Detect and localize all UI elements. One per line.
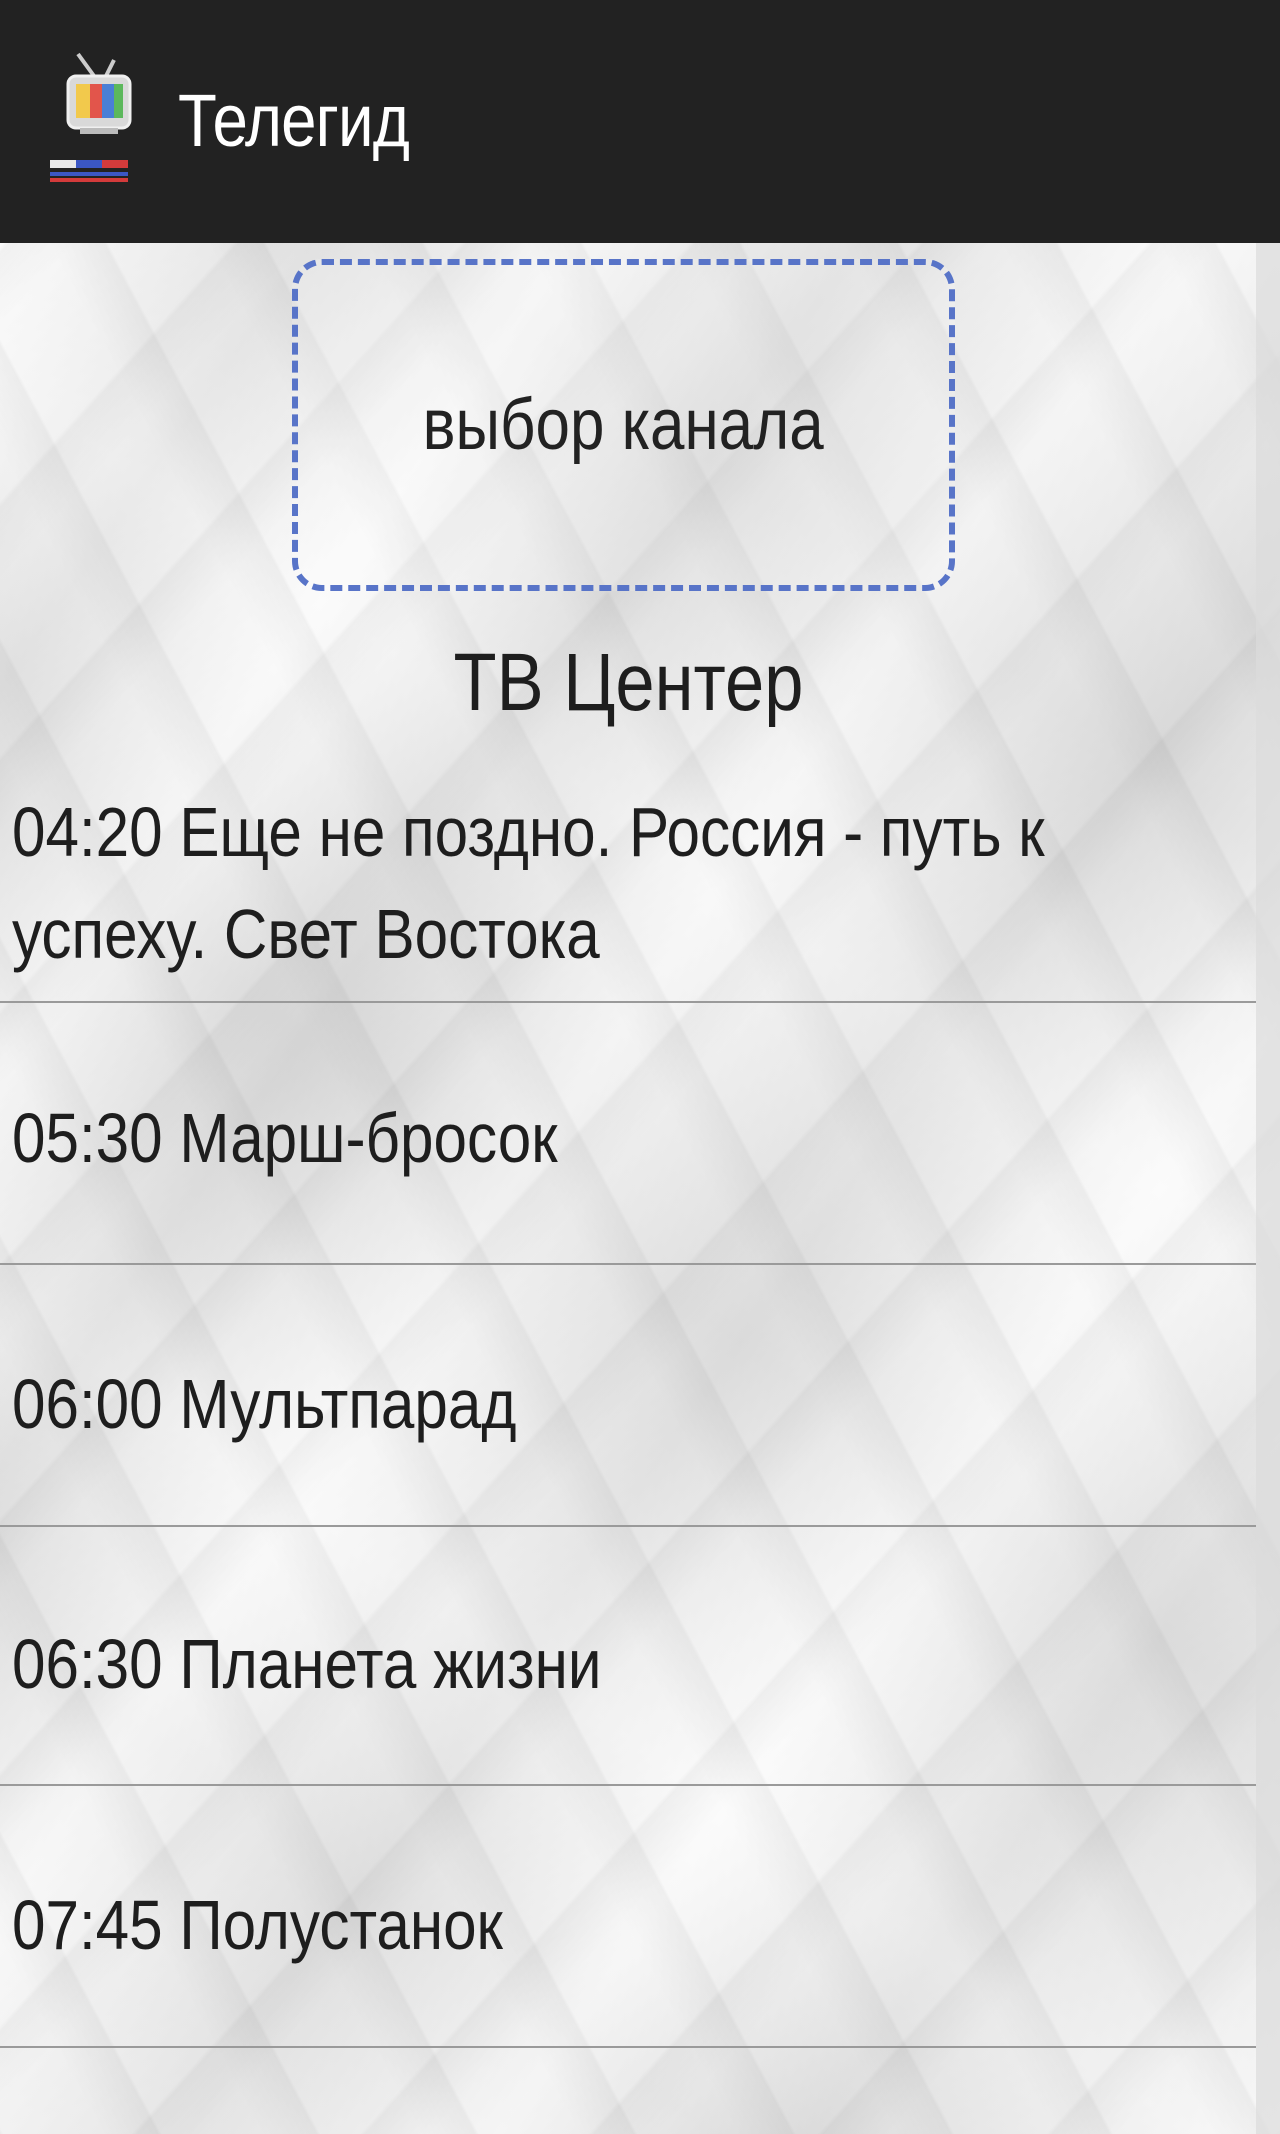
program-item[interactable]: 07:45 Полустанок	[0, 1786, 1256, 2048]
program-item-text: 04:20 Еще не поздно. Россия - путь к усп…	[12, 793, 1045, 973]
program-item[interactable]: 06:00 Мультпарад	[0, 1265, 1256, 1527]
channel-select-button[interactable]: выбор канала	[292, 259, 955, 591]
program-item[interactable]	[0, 2048, 1256, 2134]
content-area: выбор канала ТВ Центер 04:20 Еще не позд…	[0, 243, 1280, 2134]
channel-name-text: ТВ Центер	[453, 637, 803, 728]
program-item[interactable]: 05:30 Марш-бросок	[0, 1003, 1256, 1265]
scroll-track	[1256, 243, 1280, 2134]
program-item[interactable]: 06:30 Планета жизни	[0, 1527, 1256, 1786]
program-item-text: 06:30 Планета жизни	[12, 1625, 602, 1703]
program-list: 04:20 Еще не поздно. Россия - путь к усп…	[0, 753, 1256, 2134]
program-item[interactable]: 04:20 Еще не поздно. Россия - путь к усп…	[0, 753, 1256, 1003]
program-item-text: 06:00 Мультпарад	[12, 1365, 517, 1443]
program-item-text: 05:30 Марш-бросок	[12, 1099, 558, 1177]
action-bar: Телегид	[0, 0, 1280, 243]
tv-icon	[50, 52, 132, 182]
program-item-text: 07:45 Полустанок	[12, 1886, 503, 1964]
app-title: Телегид	[178, 79, 410, 162]
channel-select-label: выбор канала	[422, 385, 825, 465]
channel-name: ТВ Центер	[0, 628, 1256, 738]
